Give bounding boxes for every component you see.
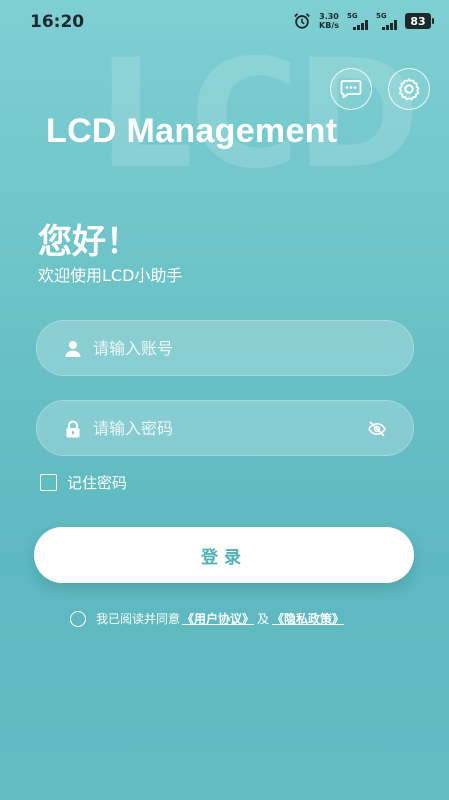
user-agreement-link[interactable]: 《用户协议》 — [182, 610, 254, 627]
eye-off-icon[interactable] — [367, 419, 387, 439]
agreement-row: 我已阅读并同意 《用户协议》 及 《隐私政策》 — [70, 610, 344, 627]
battery-icon: 83 — [405, 13, 434, 29]
agreement-radio[interactable] — [70, 610, 86, 627]
agreement-prefix: 我已阅读并同意 — [96, 612, 181, 626]
user-icon — [65, 341, 81, 357]
speed-value: 3.30 — [319, 12, 339, 21]
lock-icon — [66, 420, 80, 438]
login-button[interactable]: 登录 — [34, 527, 414, 583]
chat-bubble-icon — [340, 80, 362, 99]
agreement-conjunction: 及 — [257, 612, 270, 626]
gear-icon — [398, 78, 420, 101]
remember-label: 记住密码 — [67, 474, 128, 492]
net-label-1: 5G — [347, 12, 358, 20]
status-time: 16:20 — [30, 12, 85, 32]
app-title: LCD Management — [46, 112, 338, 150]
remember-checkbox[interactable] — [40, 474, 57, 491]
account-field[interactable] — [36, 320, 414, 376]
greeting-heading: 您好！ — [38, 222, 140, 262]
remember-password[interactable]: 记住密码 — [40, 472, 127, 493]
chat-button[interactable] — [330, 68, 372, 110]
account-input[interactable] — [93, 321, 363, 375]
settings-button[interactable] — [388, 68, 430, 110]
password-field[interactable] — [36, 400, 414, 456]
net-label-2: 5G — [376, 12, 387, 20]
privacy-policy-link[interactable]: 《隐私政策》 — [272, 610, 344, 627]
welcome-subtitle: 欢迎使用LCD小助手 — [38, 266, 183, 285]
password-input[interactable] — [93, 401, 363, 455]
